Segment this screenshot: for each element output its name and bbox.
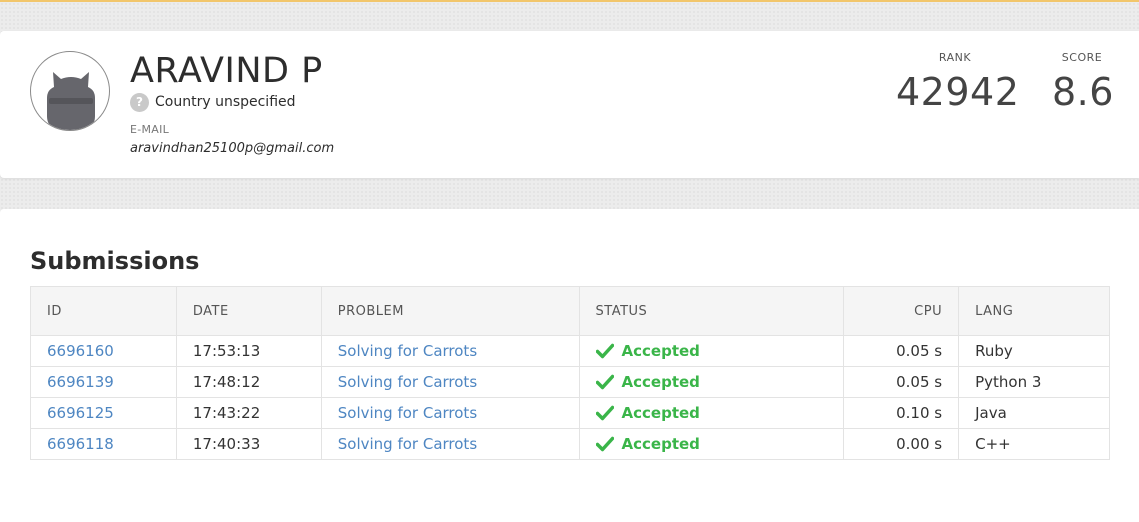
column-header-problem: PROBLEM: [320, 286, 580, 336]
submission-cpu: 0.00 s: [843, 428, 960, 460]
status-text: Accepted: [621, 373, 700, 391]
status-badge: Accepted: [595, 435, 828, 453]
submission-date: 17:43:22: [175, 397, 322, 429]
check-icon: [595, 405, 614, 421]
submission-id-link[interactable]: 6696160: [47, 342, 114, 360]
submission-date: 17:40:33: [175, 428, 322, 460]
status-badge: Accepted: [595, 373, 828, 391]
submission-date: 17:48:12: [175, 366, 322, 398]
problem-link[interactable]: Solving for Carrots: [338, 404, 477, 422]
check-icon: [595, 343, 614, 359]
user-name: ARAVIND P: [130, 51, 323, 91]
check-icon: [595, 374, 614, 390]
problem-link[interactable]: Solving for Carrots: [338, 342, 477, 360]
table-row: 6696160 17:53:13 Solving for Carrots Acc…: [30, 335, 1110, 367]
submission-lang: Java: [958, 397, 1110, 429]
status-text: Accepted: [621, 342, 700, 360]
submissions-title: Submissions: [30, 247, 200, 275]
column-header-cpu: CPU: [843, 286, 960, 336]
table-header-row: ID DATE PROBLEM STATUS CPU LANG: [30, 286, 1110, 336]
score-value: 8.6: [1052, 70, 1114, 114]
country-row: ? Country unspecified: [130, 92, 296, 112]
profile-card: ARAVIND P ? Country unspecified E-MAIL a…: [0, 31, 1139, 178]
column-header-lang: LANG: [958, 286, 1110, 336]
submissions-table: ID DATE PROBLEM STATUS CPU LANG 6696160 …: [30, 286, 1110, 460]
submission-id-link[interactable]: 6696118: [47, 435, 114, 453]
check-icon: [595, 436, 614, 452]
table-row: 6696125 17:43:22 Solving for Carrots Acc…: [30, 397, 1110, 429]
status-text: Accepted: [621, 435, 700, 453]
question-icon: ?: [130, 92, 149, 112]
submission-date: 17:53:13: [175, 335, 322, 367]
submission-id-link[interactable]: 6696125: [47, 404, 114, 422]
table-row: 6696139 17:48:12 Solving for Carrots Acc…: [30, 366, 1110, 398]
rank-stat: RANK 42942: [896, 51, 1020, 114]
rank-label: RANK: [938, 51, 972, 64]
status-badge: Accepted: [595, 404, 828, 422]
rank-value: 42942: [896, 70, 1020, 114]
status-text: Accepted: [621, 404, 700, 422]
score-stat: SCORE 8.6: [1052, 51, 1114, 114]
avatar[interactable]: [30, 51, 110, 131]
submission-lang: C++: [958, 428, 1110, 460]
column-header-id: ID: [30, 286, 177, 336]
problem-link[interactable]: Solving for Carrots: [338, 373, 477, 391]
avatar-silhouette-icon: [47, 72, 95, 130]
submission-lang: Python 3: [958, 366, 1110, 398]
email-label: E-MAIL: [130, 123, 170, 136]
submissions-card: Submissions ID DATE PROBLEM STATUS CPU L…: [0, 209, 1139, 522]
submission-cpu: 0.05 s: [843, 335, 960, 367]
score-label: SCORE: [1061, 51, 1103, 64]
problem-link[interactable]: Solving for Carrots: [338, 435, 477, 453]
submission-cpu: 0.05 s: [843, 366, 960, 398]
country-text: Country unspecified: [155, 94, 296, 110]
table-row: 6696118 17:40:33 Solving for Carrots Acc…: [30, 428, 1110, 460]
status-badge: Accepted: [595, 342, 828, 360]
submission-lang: Ruby: [958, 335, 1110, 367]
column-header-status: STATUS: [578, 286, 845, 336]
email-value: aravindhan25100p@gmail.com: [130, 141, 335, 156]
submission-cpu: 0.10 s: [843, 397, 960, 429]
submission-id-link[interactable]: 6696139: [47, 373, 114, 391]
column-header-date: DATE: [175, 286, 322, 336]
